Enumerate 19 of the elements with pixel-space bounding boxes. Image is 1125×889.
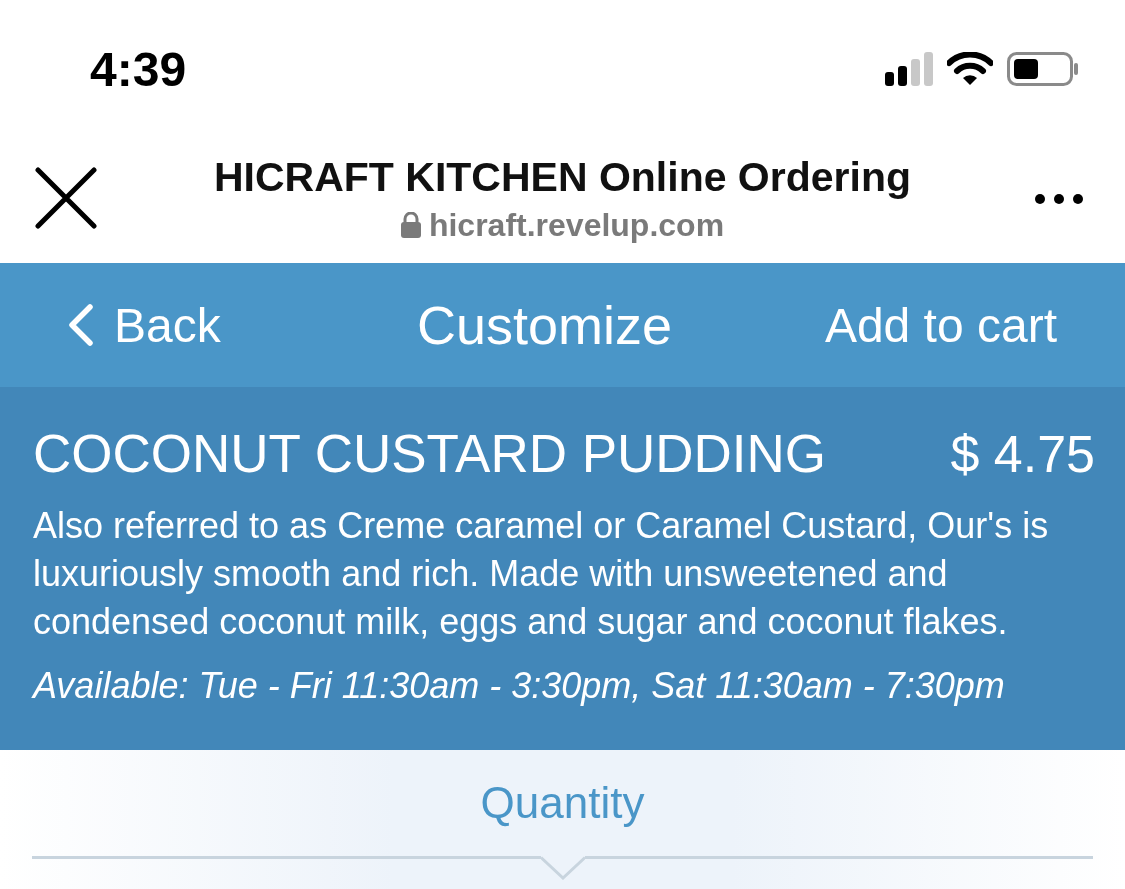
- item-description: Also referred to as Creme caramel or Caramel Custard, Our's is luxuriously smooth and rich. Made with unsweetened and condensed coconut milk, eggs and sugar and coconut flakes.: [33, 504, 1050, 644]
- battery-icon: [1007, 52, 1079, 86]
- add-to-cart-button[interactable]: Add to cart: [824, 297, 1057, 353]
- lock-icon: [400, 212, 421, 238]
- signal-icon: [885, 52, 933, 86]
- chevron-left-icon: [68, 304, 94, 346]
- wifi-icon: [947, 52, 993, 86]
- close-icon: [35, 166, 97, 229]
- more-icon: [1035, 193, 1083, 204]
- availability-text: Available: Tue - Fri 11:30am - 3:30pm, Sat 11:30am - 7:30pm: [33, 666, 1006, 706]
- close-button[interactable]: [33, 165, 99, 230]
- status-time: 4:39: [90, 41, 187, 97]
- url-text: hicraft.revelup.com: [428, 206, 725, 244]
- quantity-title: Quantity: [480, 778, 645, 828]
- page-title: HICRAFT KITCHEN Online Ordering: [214, 153, 911, 201]
- back-button[interactable]: Back: [68, 297, 221, 353]
- item-price: $ 4.75: [950, 424, 1095, 484]
- item-name: COCONUT CUSTARD PUDDING: [33, 423, 827, 484]
- nav-title: Customize: [416, 294, 673, 356]
